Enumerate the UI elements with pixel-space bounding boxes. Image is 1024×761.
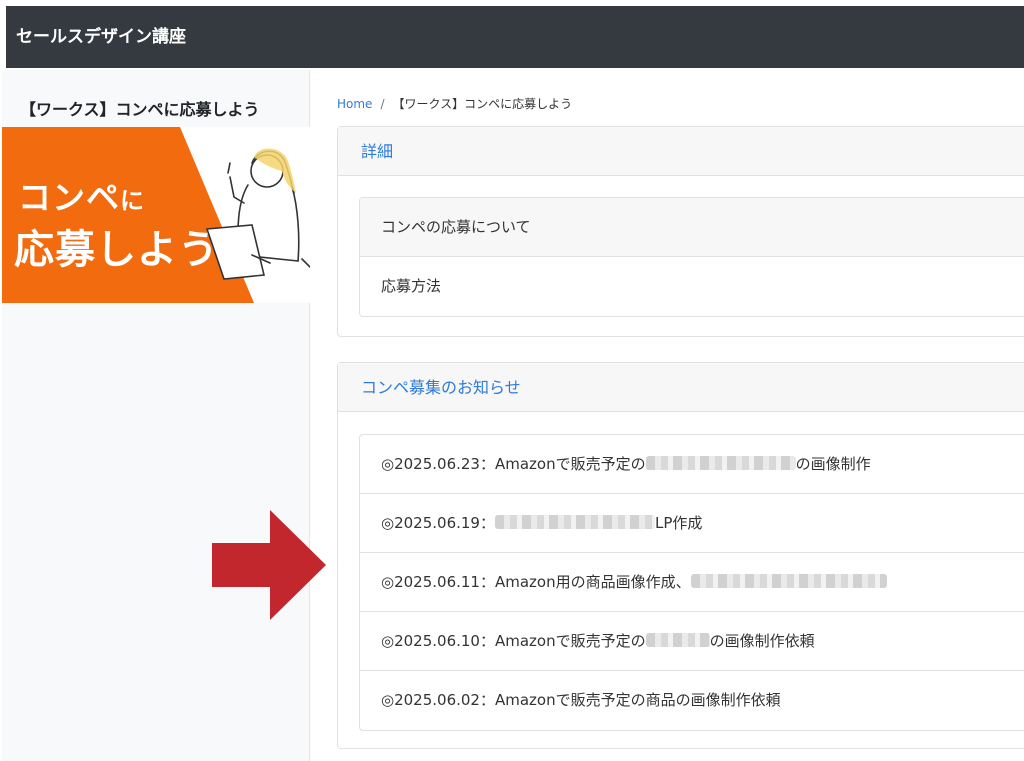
announcement-item[interactable]: ◎2025.06.02：Amazonで販売予定の商品の画像制作依頼 bbox=[360, 671, 1024, 730]
details-item-about[interactable]: コンペの応募について bbox=[360, 198, 1024, 257]
announcement-item[interactable]: ◎2025.06.23：Amazonで販売予定の の画像制作 bbox=[360, 435, 1024, 494]
course-banner[interactable]: コンペに 応募しよう bbox=[2, 127, 310, 303]
redacted-text bbox=[494, 515, 655, 529]
details-card-header: 詳細 bbox=[338, 127, 1024, 176]
redacted-text bbox=[690, 574, 887, 588]
details-list: コンペの応募について 応募方法 bbox=[359, 197, 1024, 317]
details-item-how-to-apply[interactable]: 応募方法 bbox=[360, 257, 1024, 316]
breadcrumb-current: 【ワークス】コンペに応募しよう bbox=[392, 97, 573, 111]
sidebar-course-title[interactable]: 【ワークス】コンペに応募しよう bbox=[20, 96, 260, 120]
breadcrumb-home-link[interactable]: Home bbox=[337, 97, 372, 111]
app-brand[interactable]: セールスデザイン講座 bbox=[16, 6, 186, 68]
breadcrumb-separator: / bbox=[380, 97, 385, 111]
top-navbar: セールスデザイン講座 bbox=[6, 6, 1024, 68]
redacted-text bbox=[645, 633, 710, 647]
announcement-item[interactable]: ◎2025.06.11：Amazon用の商品画像作成、 bbox=[360, 553, 1024, 612]
announcements-card-header: コンペ募集のお知らせ bbox=[338, 363, 1024, 412]
announcements-card: コンペ募集のお知らせ ◎2025.06.23：Amazonで販売予定の の画像制作… bbox=[337, 362, 1024, 749]
banner-text-line1: コンペに bbox=[18, 178, 145, 217]
breadcrumb: Home / 【ワークス】コンペに応募しよう bbox=[337, 95, 572, 112]
sidebar: 【ワークス】コンペに応募しよう コンペに 応募しよう bbox=[2, 70, 310, 761]
banner-text-line2: 応募しよう bbox=[14, 227, 219, 273]
announcements-list: ◎2025.06.23：Amazonで販売予定の の画像制作 ◎2025.06.1… bbox=[359, 434, 1024, 731]
announcement-item[interactable]: ◎2025.06.19： LP作成 bbox=[360, 494, 1024, 553]
announcement-item[interactable]: ◎2025.06.10：Amazonで販売予定の の画像制作依頼 bbox=[360, 612, 1024, 671]
redacted-text bbox=[645, 456, 796, 470]
details-card: 詳細 コンペの応募について 応募方法 bbox=[337, 126, 1024, 337]
right-arrow-icon bbox=[212, 510, 326, 620]
